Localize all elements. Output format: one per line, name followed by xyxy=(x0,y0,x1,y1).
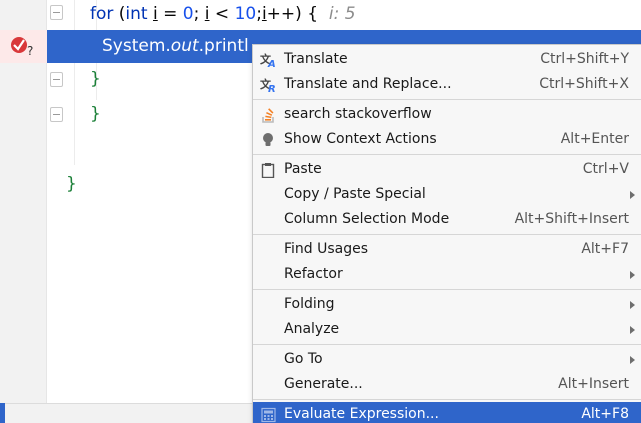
menu-item-translate-replace[interactable]: 文 R Translate and Replace... Ctrl+Shift+… xyxy=(253,72,641,97)
menu-separator xyxy=(253,344,641,345)
menu-item-analyze[interactable]: Analyze xyxy=(253,317,641,342)
editor-context-menu: 文 A Translate Ctrl+Shift+Y 文 R Translate… xyxy=(252,44,641,423)
submenu-arrow-icon xyxy=(630,356,635,364)
menu-item-column-selection-mode[interactable]: Column Selection Mode Alt+Shift+Insert xyxy=(253,207,641,232)
menu-separator xyxy=(253,154,641,155)
menu-item-generate[interactable]: Generate... Alt+Insert xyxy=(253,372,641,397)
menu-item-search-stackoverflow[interactable]: search stackoverflow xyxy=(253,102,641,127)
submenu-arrow-icon xyxy=(630,301,635,309)
submenu-arrow-icon xyxy=(630,271,635,279)
menu-item-show-context-actions[interactable]: Show Context Actions Alt+Enter xyxy=(253,127,641,152)
svg-text:A: A xyxy=(267,59,276,68)
menu-separator xyxy=(253,289,641,290)
menu-separator xyxy=(253,99,641,100)
translate-icon: 文 A xyxy=(260,52,276,68)
calculator-icon xyxy=(261,407,276,423)
fold-marker[interactable] xyxy=(50,5,63,20)
translate-replace-icon: 文 R xyxy=(260,77,276,93)
menu-separator xyxy=(253,399,641,400)
fold-marker[interactable] xyxy=(50,107,63,122)
menu-item-paste[interactable]: Paste Ctrl+V xyxy=(253,157,641,182)
keyword-for: for xyxy=(90,4,114,24)
fold-marker[interactable] xyxy=(50,72,63,87)
inline-value-hint: i: 5 xyxy=(328,4,356,24)
submenu-arrow-icon xyxy=(630,326,635,334)
scrollbar-indicator xyxy=(0,403,5,423)
code-line-for[interactable]: for (int i = 0; i < 10;i++) { i: 5 xyxy=(0,0,641,31)
menu-item-evaluate-expression[interactable]: Evaluate Expression... Alt+F8 xyxy=(253,402,641,423)
menu-item-go-to[interactable]: Go To xyxy=(253,347,641,372)
keyword-int: int xyxy=(125,4,148,24)
svg-text:?: ? xyxy=(27,44,33,58)
breakpoint-icon[interactable]: ? xyxy=(8,33,36,59)
menu-item-folding[interactable]: Folding xyxy=(253,292,641,317)
menu-item-find-usages[interactable]: Find Usages Alt+F7 xyxy=(253,237,641,262)
menu-item-refactor[interactable]: Refactor xyxy=(253,262,641,287)
clipboard-icon xyxy=(261,163,275,178)
menu-item-translate[interactable]: 文 A Translate Ctrl+Shift+Y xyxy=(253,47,641,72)
menu-item-copy-paste-special[interactable]: Copy / Paste Special xyxy=(253,182,641,207)
svg-text:R: R xyxy=(268,84,276,93)
submenu-arrow-icon xyxy=(630,191,635,199)
lightbulb-icon xyxy=(263,133,273,146)
stackoverflow-icon xyxy=(262,108,274,123)
menu-separator xyxy=(253,234,641,235)
